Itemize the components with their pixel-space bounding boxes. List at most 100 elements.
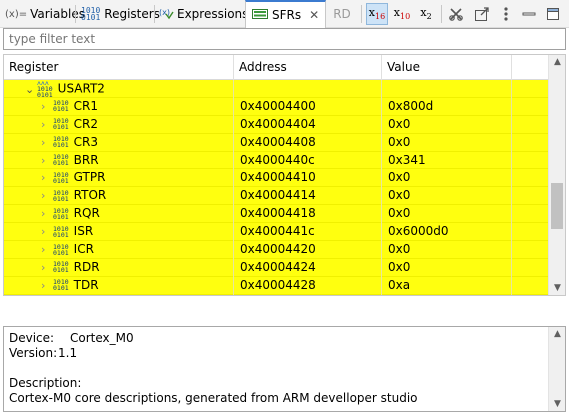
address-cell: 0x40004414 xyxy=(234,187,382,206)
chevron-right-icon[interactable]: › xyxy=(41,259,53,277)
table-row[interactable]: › 1010 0101 TDR 0x40004428 0xa xyxy=(4,276,548,295)
chevron-right-icon[interactable]: › xyxy=(41,241,53,259)
tab-divider xyxy=(75,5,76,23)
value-cell[interactable]: 0x0 xyxy=(382,133,512,152)
scroll-down-icon[interactable]: ▼ xyxy=(549,397,566,411)
toolbar-divider xyxy=(441,5,442,23)
read-button[interactable]: RD xyxy=(330,3,354,25)
export-icon[interactable] xyxy=(472,3,492,25)
tab-registers-label: Registers xyxy=(104,7,160,21)
view-menu-icon[interactable] xyxy=(497,3,515,25)
register-details-panel: Device: Cortex_M0 Version: 1.1 Descripti… xyxy=(3,326,566,412)
value-cell[interactable]: 0x0 xyxy=(382,258,512,277)
register-icon: 1010 0101 xyxy=(53,99,69,114)
value-cell[interactable]: 0x6000d0 xyxy=(382,223,512,242)
read-button-label: RD xyxy=(333,7,351,21)
chevron-right-icon[interactable]: › xyxy=(41,116,53,134)
filter-input[interactable] xyxy=(3,28,566,50)
collapse-all-icon[interactable] xyxy=(446,3,466,25)
minimize-icon[interactable] xyxy=(519,3,539,25)
value-cell[interactable]: 0x0 xyxy=(382,187,512,206)
table-row[interactable]: › 1010 0101 RTOR 0x40004414 0x0 xyxy=(4,187,548,206)
register-icon: 1010 0101 xyxy=(53,117,69,132)
table-row[interactable]: › 1010 0101 CR3 0x40004408 0x0 xyxy=(4,133,548,152)
version-line: Version: 1.1 xyxy=(9,346,560,361)
device-value: Cortex_M0 xyxy=(70,331,134,345)
peripheral-icon: ʌʌʌ 1010 0101 xyxy=(37,80,53,98)
address-cell: 0x40004418 xyxy=(234,205,382,224)
register-cell: › 1010 0101 BRR xyxy=(4,151,234,170)
table-row[interactable]: › 1010 0101 RDR 0x40004424 0x0 xyxy=(4,258,548,277)
chevron-right-icon[interactable]: › xyxy=(41,187,53,205)
chevron-right-icon[interactable]: › xyxy=(41,169,53,187)
table-row[interactable]: › 1010 0101 ISR 0x4000441c 0x6000d0 xyxy=(4,223,548,242)
tab-variables-label: Variables xyxy=(30,7,85,21)
table-row[interactable]: › 1010 0101 CR2 0x40004404 0x0 xyxy=(4,115,548,134)
column-header-value[interactable]: Value xyxy=(382,55,512,80)
table-row[interactable]: › 1010 0101 CR1 0x40004400 0x800d xyxy=(4,97,548,116)
register-icon: 1010 0101 xyxy=(53,224,69,239)
close-icon[interactable]: ✕ xyxy=(309,8,319,22)
peripheral-row-usart2[interactable]: ⌄ ʌʌʌ 1010 0101 USART2 xyxy=(4,80,548,98)
register-icon: 1010 0101 xyxy=(53,153,69,168)
scroll-up-icon[interactable]: ▲ xyxy=(549,327,566,341)
chevron-right-icon[interactable]: › xyxy=(41,223,53,241)
register-icon: 1010 0101 xyxy=(53,135,69,150)
value-cell[interactable]: 0x0 xyxy=(382,115,512,134)
table-scrollbar[interactable]: ▲ ▼ xyxy=(548,55,565,295)
hex-format-button[interactable]: x16 xyxy=(366,3,388,25)
chevron-down-icon[interactable]: ⌄ xyxy=(25,81,37,98)
chevron-right-icon[interactable]: › xyxy=(41,98,53,116)
dec-format-button[interactable]: x10 xyxy=(391,3,413,25)
tab-expressions[interactable]: (x) Expressions xyxy=(159,0,248,28)
register-name: GTPR xyxy=(73,170,106,185)
register-name: RQR xyxy=(73,206,100,221)
value-cell[interactable]: 0xa xyxy=(382,276,512,295)
register-name: ICR xyxy=(73,242,94,257)
register-name: BRR xyxy=(73,152,99,167)
address-cell: 0x40004408 xyxy=(234,133,382,152)
chevron-right-icon[interactable]: › xyxy=(41,277,53,295)
description-label: Description: xyxy=(9,376,82,390)
tab-registers[interactable]: 1010 0101 Registers xyxy=(81,0,160,28)
scrollbar-thumb[interactable] xyxy=(551,183,563,229)
table-header: Register Address Value xyxy=(4,55,548,80)
column-header-address[interactable]: Address xyxy=(234,55,382,80)
chevron-right-icon[interactable]: › xyxy=(41,205,53,223)
tab-variables[interactable]: (x)= Variables xyxy=(5,0,85,28)
svg-text:(x): (x) xyxy=(159,8,170,17)
address-cell: 0x40004420 xyxy=(234,241,382,259)
value-cell[interactable]: 0x0 xyxy=(382,205,512,224)
tab-sfrs[interactable]: SFRs ✕ xyxy=(245,0,327,28)
register-cell: › 1010 0101 TDR xyxy=(4,276,234,295)
table-row[interactable]: › 1010 0101 GTPR 0x40004410 0x0 xyxy=(4,169,548,188)
register-cell: › 1010 0101 RTOR xyxy=(4,187,234,206)
register-cell: › 1010 0101 GTPR xyxy=(4,169,234,188)
register-cell: › 1010 0101 ICR xyxy=(4,241,234,259)
register-cell: › 1010 0101 CR2 xyxy=(4,115,234,134)
value-cell[interactable]: 0x341 xyxy=(382,151,512,170)
column-header-register[interactable]: Register xyxy=(4,55,234,80)
chevron-right-icon[interactable]: › xyxy=(41,134,53,152)
description-label-line: Description: xyxy=(9,376,560,391)
table-row[interactable]: › 1010 0101 BRR 0x4000440c 0x341 xyxy=(4,151,548,170)
address-cell: 0x40004424 xyxy=(234,258,382,277)
chevron-right-icon[interactable]: › xyxy=(41,152,53,170)
table-row[interactable]: › 1010 0101 RQR 0x40004418 0x0 xyxy=(4,205,548,224)
table-row[interactable]: › 1010 0101 ICR 0x40004420 0x0 xyxy=(4,241,548,259)
value-cell[interactable]: 0x0 xyxy=(382,169,512,188)
details-scrollbar[interactable]: ▲ ▼ xyxy=(548,327,565,411)
value-cell[interactable]: 0x0 xyxy=(382,241,512,259)
value-cell[interactable]: 0x800d xyxy=(382,97,512,116)
maximize-icon[interactable] xyxy=(543,3,563,25)
scroll-up-icon[interactable]: ▲ xyxy=(549,55,565,69)
scroll-down-icon[interactable]: ▼ xyxy=(549,281,565,295)
tab-sfrs-label: SFRs xyxy=(272,8,302,22)
register-name: RDR xyxy=(73,259,100,274)
register-cell: › 1010 0101 CR3 xyxy=(4,133,234,152)
bin-format-button[interactable]: x2 xyxy=(415,3,437,25)
version-label: Version: xyxy=(9,346,58,360)
toolbar-divider xyxy=(361,5,362,23)
register-icon: 1010 0101 xyxy=(53,170,69,185)
bin-format-sub: 2 xyxy=(426,12,432,22)
